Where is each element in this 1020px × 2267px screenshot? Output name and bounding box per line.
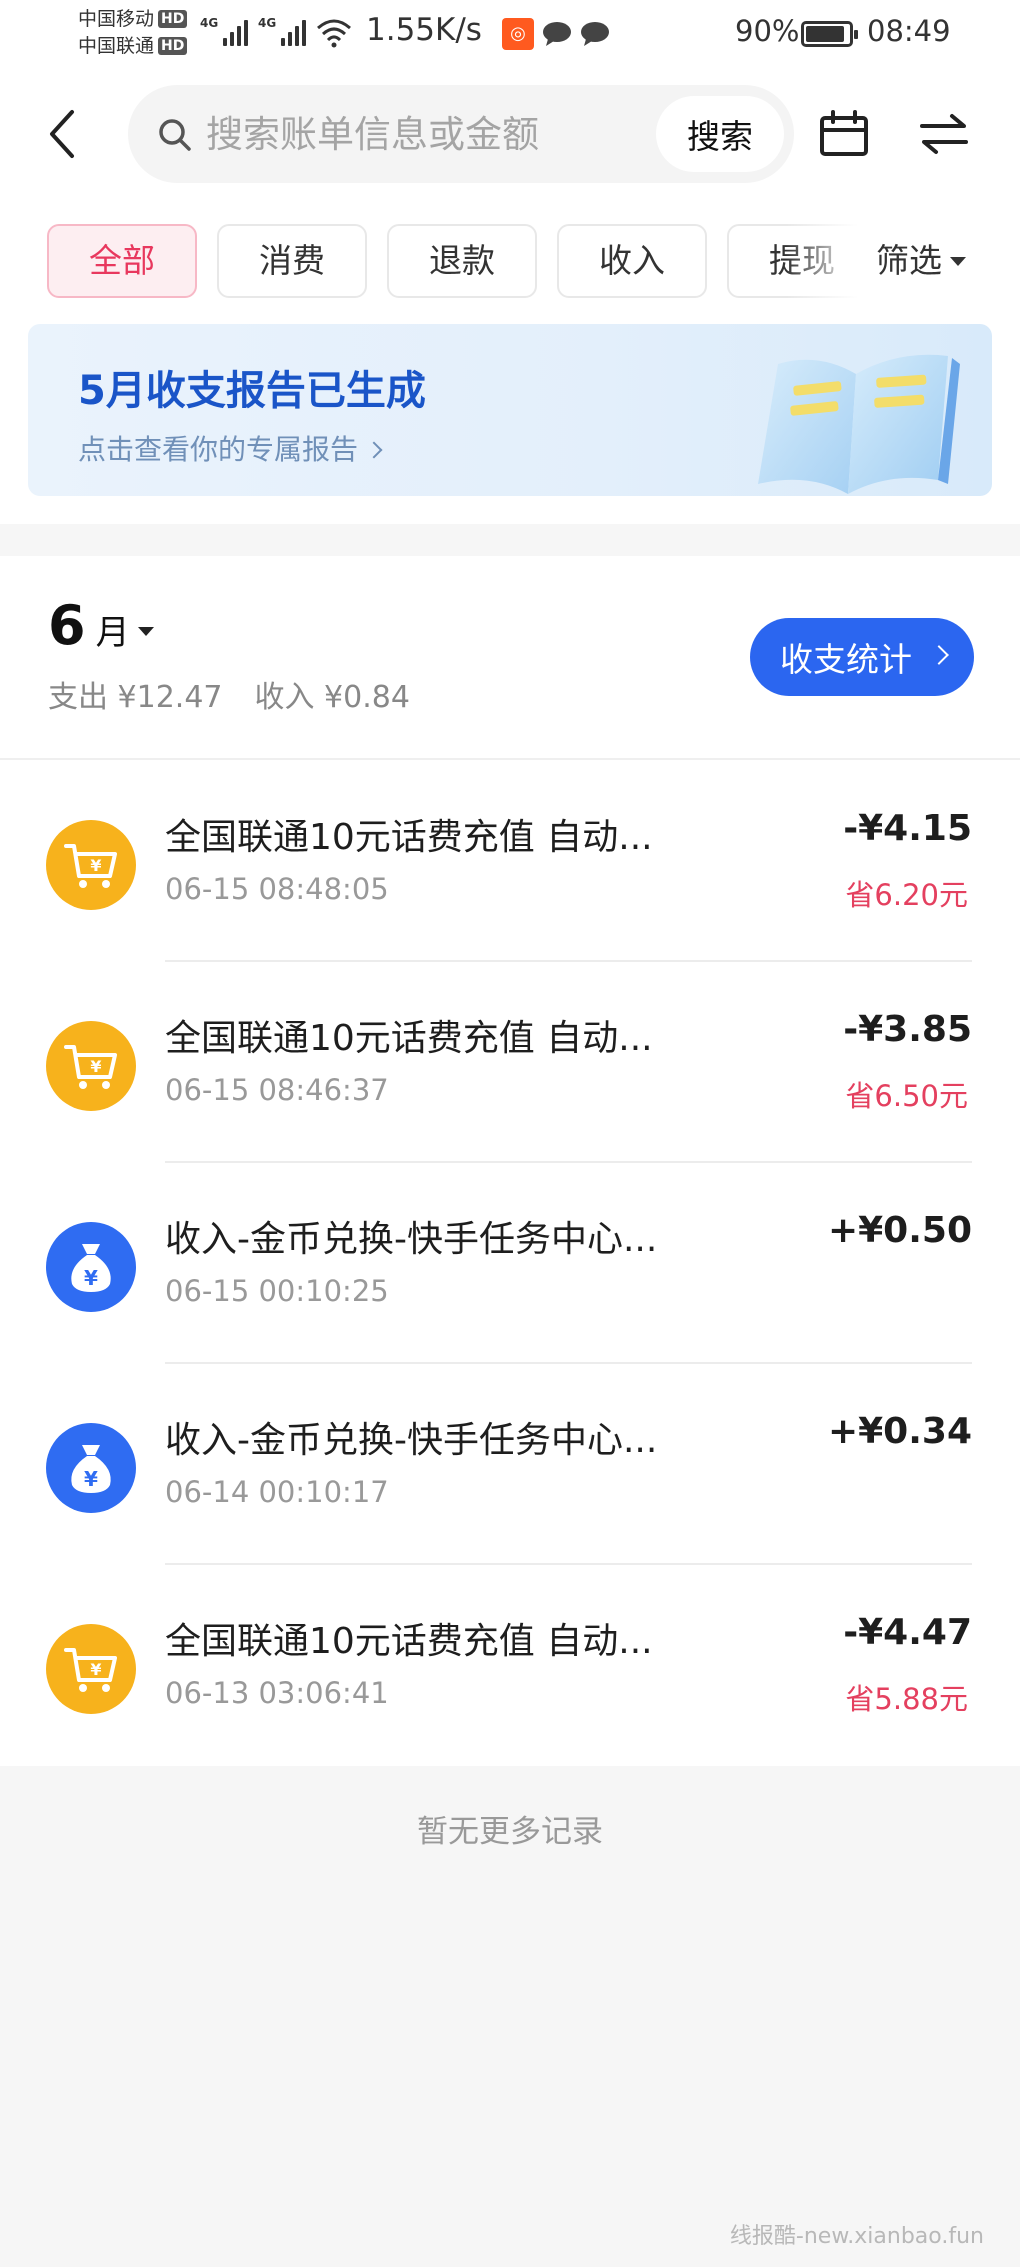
chevron-right-icon [929,645,949,665]
battery-icon [801,21,858,47]
record-title: 全国联通10元话费充值 自动... [165,1018,653,1059]
record-time: 06-13 03:06:41 [165,1676,389,1710]
chevron-right-icon [365,441,383,459]
record-amount: -¥4.15 [843,808,972,849]
record-time: 06-15 00:10:25 [165,1274,389,1308]
month-summary: 支出 ¥12.47 收入 ¥0.84 [48,672,410,716]
svg-text:¥: ¥ [90,856,101,875]
search-input[interactable] [206,103,606,165]
book-illustration-icon [758,354,960,494]
clock: 08:49 [867,14,951,48]
message-icon [543,22,571,46]
battery-percent: 90% [735,14,800,48]
tab-income[interactable]: 收入 [557,224,707,298]
caret-down-icon [137,627,154,636]
filter-tabs: 全部 消费 退款 收入 提现 筛选 [0,194,1020,318]
caret-down-icon [950,257,966,266]
filter-button[interactable]: 筛选 [870,224,1010,298]
tab-consumption[interactable]: 消费 [217,224,367,298]
svg-text:¥: ¥ [84,1467,98,1491]
record-title: 收入-金币兑换-快手任务中心... [165,1420,658,1461]
search-button[interactable]: 搜索 [656,96,784,172]
list-item[interactable]: ¥ 收入-金币兑换-快手任务中心... 06-15 00:10:25 +¥0.5… [0,1162,1020,1364]
shopping-cart-yuan-icon: ¥ [46,1624,136,1714]
shopping-cart-yuan-icon: ¥ [46,820,136,910]
list-item[interactable]: ¥ 全国联通10元话费充值 自动... 06-13 03:06:41 -¥4.4… [0,1564,1020,1766]
list-item[interactable]: ¥ 收入-金币兑换-快手任务中心... 06-14 00:10:17 +¥0.3… [0,1363,1020,1565]
list-item[interactable]: ¥ 全国联通10元话费充值 自动... 06-15 08:48:05 -¥4.1… [0,760,1020,962]
record-time: 06-15 08:48:05 [165,872,389,906]
app-notification-icon: ◎ [502,18,534,50]
banner-section: 5月收支报告已生成 点击查看你的专属报告 [0,318,1020,524]
record-saving: 省5.88元 [845,1682,968,1716]
status-bar: 中国移动 HD 中国联通 HD 4G 4G 1.55K/s ◎ 90% 08:49 [0,0,1020,72]
message-icon [581,22,609,46]
no-more-records: 暂无更多记录 [417,1814,603,1850]
record-amount: -¥4.47 [843,1612,972,1653]
header: 搜索 [0,72,1020,194]
tab-refund[interactable]: 退款 [387,224,537,298]
swap-arrows-icon[interactable] [918,112,970,156]
search-icon [159,119,191,151]
shopping-cart-yuan-icon: ¥ [46,1021,136,1111]
watermark: 线报酷-new.xianbao.fun [729,2224,984,2249]
record-amount: -¥3.85 [843,1009,972,1050]
signal-icon: 4G [258,16,307,46]
record-saving: 省6.20元 [845,878,968,912]
banner-subtitle: 点击查看你的专属报告 [78,428,383,468]
record-title: 收入-金币兑换-快手任务中心... [165,1219,658,1260]
carrier-2: 中国联通 [78,35,155,57]
tab-all[interactable]: 全部 [47,224,197,298]
net-speed: 1.55K/s [366,12,482,48]
money-bag-yuan-icon: ¥ [46,1222,136,1312]
record-title: 全国联通10元话费充值 自动... [165,817,653,858]
hd-badge: HD [158,10,188,28]
income-total: 收入 ¥0.84 [254,680,410,715]
list-item[interactable]: ¥ 全国联通10元话费充值 自动... 06-15 08:46:37 -¥3.8… [0,961,1020,1163]
svg-text:¥: ¥ [90,1057,101,1076]
svg-text:¥: ¥ [90,1660,101,1679]
record-amount: +¥0.34 [827,1411,972,1452]
carrier-info: 中国移动 HD 中国联通 HD [78,6,188,60]
expense-total: 支出 ¥12.47 [48,680,223,715]
carrier-1: 中国移动 [78,8,155,30]
month-selector[interactable]: 6月 [48,594,154,657]
hd-badge: HD [158,37,188,55]
record-time: 06-15 08:46:37 [165,1073,389,1107]
calendar-icon[interactable] [818,110,870,158]
record-title: 全国联通10元话费充值 自动... [165,1621,653,1662]
signal-icon: 4G [200,16,249,46]
record-amount: +¥0.50 [827,1210,972,1251]
money-bag-yuan-icon: ¥ [46,1423,136,1513]
chevron-left-icon[interactable] [44,108,84,160]
tabs-fade [786,220,876,304]
record-time: 06-14 00:10:17 [165,1475,389,1509]
banner-title: 5月收支报告已生成 [78,368,426,414]
statistics-button[interactable]: 收支统计 [750,618,974,696]
record-saving: 省6.50元 [845,1079,968,1113]
month-bill-card: 6月 支出 ¥12.47 收入 ¥0.84 收支统计 ¥ 全国联通10元话费充值 … [0,556,1020,1766]
month-unit: 月 [95,613,130,653]
svg-text:¥: ¥ [84,1266,98,1290]
month-number: 6 [48,594,86,657]
report-banner[interactable]: 5月收支报告已生成 点击查看你的专属报告 [28,324,992,496]
wifi-icon [317,19,351,48]
filter-label: 筛选 [876,241,942,280]
search-bar: 搜索 [128,85,794,183]
